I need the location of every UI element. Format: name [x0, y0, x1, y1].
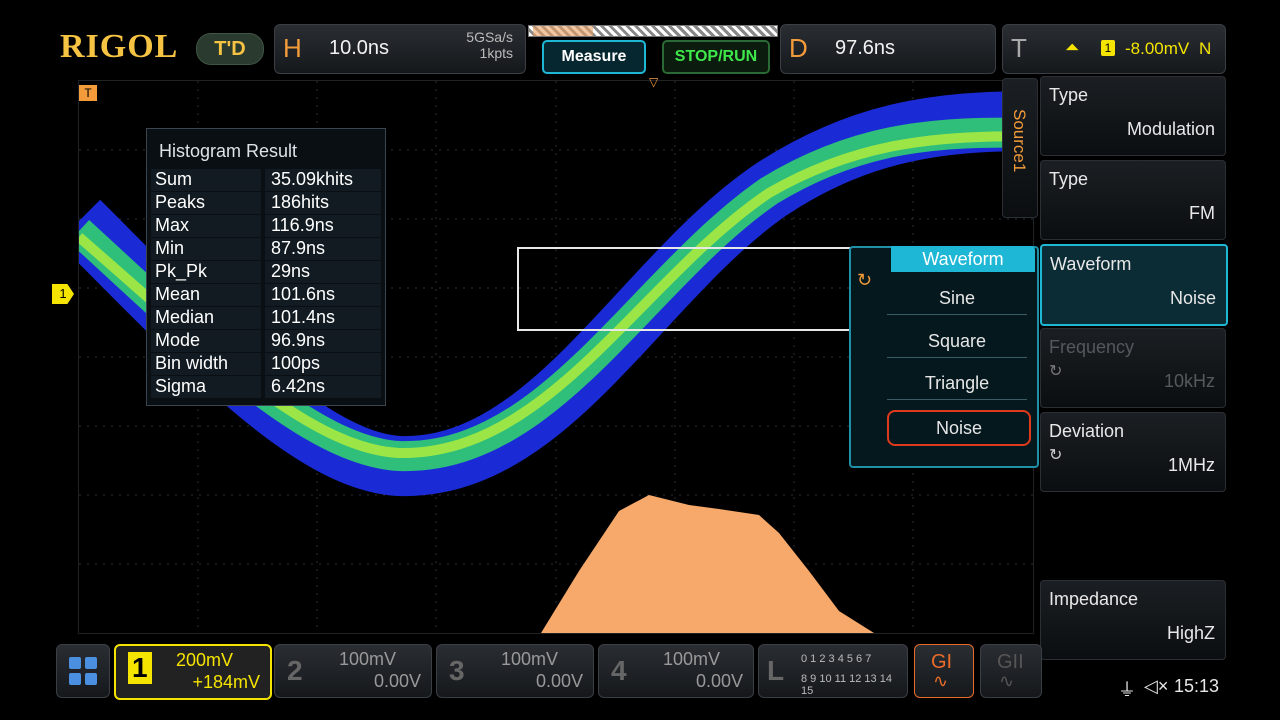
channel-4-button[interactable]: 4 100mV 0.00V [598, 644, 754, 698]
waveform-option-sine[interactable]: Sine [887, 282, 1027, 315]
sine-wave-icon: ∿ [999, 671, 1015, 691]
waveform-popup[interactable]: Waveform ↻ Sine Square Triangle Noise [849, 246, 1039, 468]
stop-run-button[interactable]: STOP/RUN [662, 40, 770, 74]
trigger-mode: N [1199, 39, 1212, 58]
trigger-time-marker: ▽ [649, 75, 659, 89]
measure-button[interactable]: Measure [542, 40, 646, 74]
menu-type-modulation[interactable]: Type Modulation [1040, 76, 1226, 156]
generator-1-button[interactable]: GI ∿ [914, 644, 974, 698]
menu-waveform[interactable]: Waveform Noise [1040, 244, 1228, 326]
menu-frequency[interactable]: Frequency ↻ 10kHz [1040, 328, 1226, 408]
histogram-row: Pk_Pk 29ns [151, 261, 381, 283]
knob-icon: ↻ [1049, 447, 1063, 464]
trigger-panel[interactable]: T ⏶ 1 -8.00mV N [1002, 24, 1226, 74]
histogram-result-panel: Histogram Result Sum 35.09khits Peaks 186h… [146, 128, 386, 406]
waveform-option-square[interactable]: Square [887, 325, 1027, 358]
source-tab[interactable]: Source1 [1002, 78, 1038, 218]
knob-icon: ↻ [1049, 363, 1063, 380]
generator-2-button[interactable]: GII ∿ [980, 644, 1042, 698]
histogram-row: Mode 96.9ns [151, 330, 381, 352]
sine-wave-icon: ∿ [933, 671, 949, 691]
menu-type-fm[interactable]: Type FM [1040, 160, 1226, 240]
histogram-row: Sum 35.09khits [151, 169, 381, 191]
histogram-row: Max 116.9ns [151, 215, 381, 237]
logic-analyzer-button[interactable]: L 0 1 2 3 4 5 6 7 8 9 10 11 12 13 14 15 [758, 644, 908, 698]
histogram-row: Bin width 100ps [151, 353, 381, 375]
trigger-edge-icon: ⏶ [1065, 37, 1080, 57]
sample-rate: 5GSa/s [466, 29, 513, 45]
rigol-logo: RIGOL [60, 28, 179, 65]
histogram-row: Mean 101.6ns [151, 284, 381, 306]
channel-2-button[interactable]: 2 100mV 0.00V [274, 644, 432, 698]
histogram-row: Sigma 6.42ns [151, 376, 381, 398]
horizontal-letter: H [283, 33, 302, 63]
menu-deviation[interactable]: Deviation ↻ 1MHz [1040, 412, 1226, 492]
delay-letter: D [789, 33, 808, 63]
waveform-option-noise[interactable]: Noise [887, 410, 1031, 446]
grid-icon [69, 657, 97, 685]
timebase-value: 10.0ns [329, 37, 390, 59]
popup-title: Waveform [891, 246, 1035, 272]
app-menu-button[interactable] [56, 644, 110, 698]
knob-icon: ↻ [857, 270, 873, 290]
clock: 15:13 [1174, 676, 1220, 696]
horizontal-panel[interactable]: H 10.0ns 5GSa/s 1kpts [274, 24, 526, 74]
menu-impedance[interactable]: Impedance HighZ [1040, 580, 1226, 660]
mute-icon[interactable]: ◁× [1144, 676, 1168, 697]
trigger-letter: T [1011, 33, 1027, 63]
histogram-title: Histogram Result [159, 141, 298, 161]
memory-depth: 1kpts [479, 45, 513, 61]
channel-3-button[interactable]: 3 100mV 0.00V [436, 644, 594, 698]
histogram-row: Min 87.9ns [151, 238, 381, 260]
delay-panel[interactable]: D 97.6ns [780, 24, 996, 74]
waveform-option-triangle[interactable]: Triangle [887, 367, 1027, 400]
trigger-position-marker: T [79, 85, 97, 101]
trigger-channel-badge: 1 [1101, 40, 1115, 56]
usb-icon: ⏚ [1118, 680, 1136, 700]
mode-badge[interactable]: T'D [196, 33, 264, 65]
trigger-level: -8.00mV [1125, 39, 1190, 58]
histogram-row: Peaks 186hits [151, 192, 381, 214]
ch1-offset-marker[interactable]: 1 [52, 284, 74, 304]
waveform-overview-bar[interactable] [528, 25, 778, 37]
channel-1-button[interactable]: 1 200mV +184mV [114, 644, 272, 700]
histogram-row: Median 101.4ns [151, 307, 381, 329]
delay-value: 97.6ns [835, 37, 896, 59]
